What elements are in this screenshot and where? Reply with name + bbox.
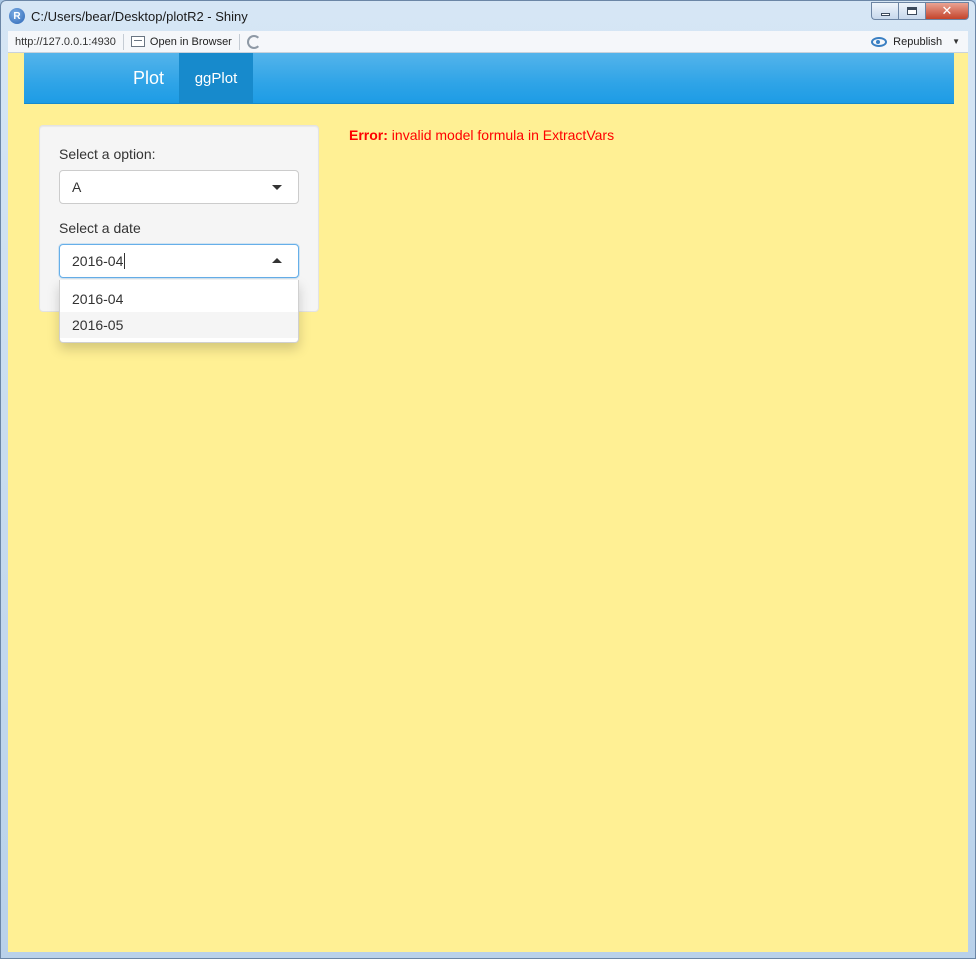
app-window: R C:/Users/bear/Desktop/plotR2 - Shiny ✕… xyxy=(0,0,976,959)
title-bar: R C:/Users/bear/Desktop/plotR2 - Shiny ✕ xyxy=(1,1,975,31)
open-in-browser-label: Open in Browser xyxy=(149,35,232,48)
publish-icon xyxy=(871,36,888,47)
error-message: Error: invalid model formula in ExtractV… xyxy=(349,127,614,143)
date-dropdown-menu: 2016-04 2016-05 xyxy=(59,280,299,343)
chevron-up-icon xyxy=(272,258,282,263)
viewer-toolbar: http://127.0.0.1:4930 Open in Browser Re… xyxy=(8,31,968,53)
date-select[interactable]: 2016-04 xyxy=(59,244,299,278)
republish-label: Republish xyxy=(893,35,943,48)
error-label: Error: xyxy=(349,127,388,143)
dropdown-option[interactable]: 2016-05 xyxy=(60,312,298,338)
option-select-value: A xyxy=(72,179,82,195)
window-title: C:/Users/bear/Desktop/plotR2 - Shiny xyxy=(31,8,248,24)
minimize-button[interactable] xyxy=(871,2,898,20)
chevron-down-icon xyxy=(272,185,282,190)
browser-window-icon xyxy=(130,36,145,47)
url-display: http://127.0.0.1:4930 xyxy=(15,35,116,48)
dropdown-option[interactable]: 2016-04 xyxy=(60,286,298,312)
maximize-button[interactable] xyxy=(898,2,925,20)
r-logo-icon: R xyxy=(9,8,25,24)
refresh-icon[interactable] xyxy=(246,34,261,49)
navbar: Plot ggPlot xyxy=(24,53,954,104)
text-cursor xyxy=(124,253,126,269)
maximize-icon xyxy=(907,7,917,15)
date-select-value: 2016-04 xyxy=(72,253,124,269)
chevron-down-icon[interactable]: ▼ xyxy=(952,37,960,46)
option-label: Select a option: xyxy=(59,146,156,162)
open-in-browser-button[interactable]: Open in Browser xyxy=(130,35,232,48)
close-button[interactable]: ✕ xyxy=(925,2,969,20)
error-text: invalid model formula in ExtractVars xyxy=(391,127,615,143)
tab-ggplot[interactable]: ggPlot xyxy=(179,53,253,103)
navbar-brand[interactable]: Plot xyxy=(24,53,179,103)
option-select[interactable]: A xyxy=(59,170,299,204)
toolbar-divider xyxy=(122,33,124,50)
date-label: Select a date xyxy=(59,220,141,236)
republish-button[interactable]: Republish ▼ xyxy=(871,36,960,48)
minimize-icon xyxy=(880,12,890,16)
app-viewport: Plot ggPlot Select a option: A Select a … xyxy=(8,53,968,952)
toolbar-divider xyxy=(238,33,240,50)
close-icon: ✕ xyxy=(941,3,953,19)
window-controls: ✕ xyxy=(871,2,969,20)
